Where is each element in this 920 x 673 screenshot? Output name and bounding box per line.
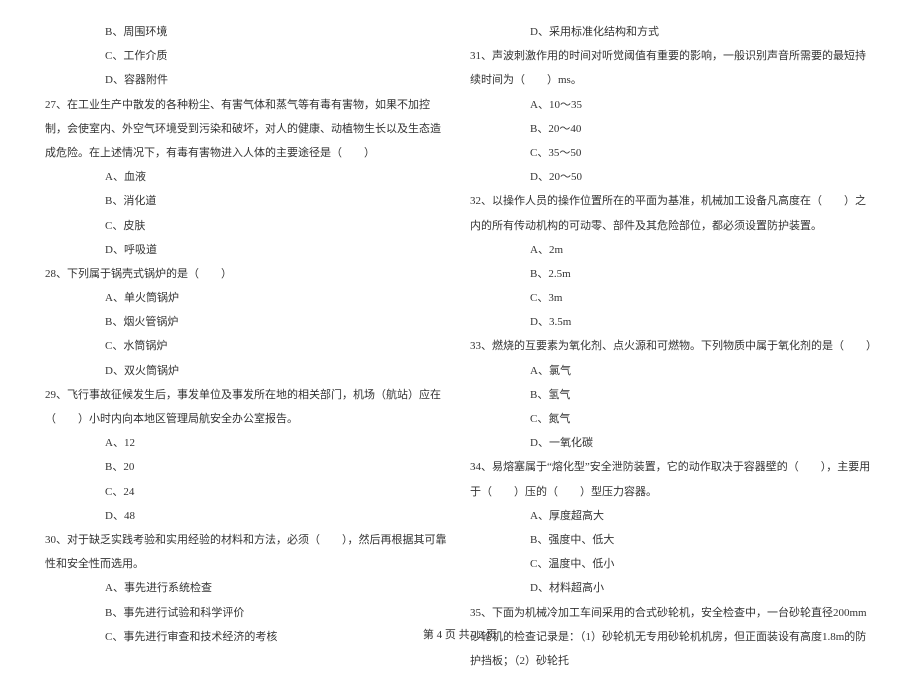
option: B、20～40	[470, 117, 875, 141]
question-28: 28、下列属于锅壳式锅炉的是（ ）	[45, 262, 450, 286]
question-32: 32、以操作人员的操作位置所在的平面为基准，机械加工设备凡高度在（ ）之内的所有…	[470, 189, 875, 237]
page-footer: 第 4 页 共 12 页	[0, 626, 920, 642]
option: B、烟火管锅炉	[45, 310, 450, 334]
question-34: 34、易熔塞属于“熔化型”安全泄防装置，它的动作取决于容器壁的（ ），主要用于（…	[470, 455, 875, 503]
option: C、35～50	[470, 141, 875, 165]
option: D、采用标准化结构和方式	[470, 20, 875, 44]
option: C、皮肤	[45, 214, 450, 238]
option: A、事先进行系统检查	[45, 576, 450, 600]
question-29: 29、飞行事故征候发生后，事发单位及事发所在地的相关部门，机场（航站）应在（ ）…	[45, 383, 450, 431]
option: B、氢气	[470, 383, 875, 407]
option: C、3m	[470, 286, 875, 310]
question-31: 31、声波刺激作用的时间对听觉阈值有重要的影响，一般识别声音所需要的最短持续时间…	[470, 44, 875, 92]
option: C、氮气	[470, 407, 875, 431]
page-content: B、周围环境 C、工作介质 D、容器附件 27、在工业生产中散发的各种粉尘、有害…	[0, 0, 920, 620]
option: A、氯气	[470, 359, 875, 383]
option: C、水筒锅炉	[45, 334, 450, 358]
question-30: 30、对于缺乏实践考验和实用经验的材料和方法，必须（ ），然后再根据其可靠性和安…	[45, 528, 450, 576]
option: D、呼吸道	[45, 238, 450, 262]
option: B、消化道	[45, 189, 450, 213]
option: A、12	[45, 431, 450, 455]
right-column: D、采用标准化结构和方式 31、声波刺激作用的时间对听觉阈值有重要的影响，一般识…	[460, 20, 885, 590]
option: B、20	[45, 455, 450, 479]
option: B、2.5m	[470, 262, 875, 286]
option: A、2m	[470, 238, 875, 262]
question-33: 33、燃烧的互要素为氧化剂、点火源和可燃物。下列物质中属于氧化剂的是（ ）	[470, 334, 875, 358]
option: D、双火筒锅炉	[45, 359, 450, 383]
question-27: 27、在工业生产中散发的各种粉尘、有害气体和蒸气等有毒有害物，如果不加控制，会使…	[45, 93, 450, 166]
left-column: B、周围环境 C、工作介质 D、容器附件 27、在工业生产中散发的各种粉尘、有害…	[35, 20, 460, 590]
option: C、工作介质	[45, 44, 450, 68]
option: B、周围环境	[45, 20, 450, 44]
option: D、48	[45, 504, 450, 528]
option: A、10～35	[470, 93, 875, 117]
option: A、厚度超高大	[470, 504, 875, 528]
option: D、3.5m	[470, 310, 875, 334]
option: A、单火筒锅炉	[45, 286, 450, 310]
option: B、事先进行试验和科学评价	[45, 601, 450, 625]
option: C、24	[45, 480, 450, 504]
option: C、温度中、低小	[470, 552, 875, 576]
option: A、血液	[45, 165, 450, 189]
option: D、容器附件	[45, 68, 450, 92]
option: D、20～50	[470, 165, 875, 189]
option: D、一氧化碳	[470, 431, 875, 455]
option: B、强度中、低大	[470, 528, 875, 552]
option: D、材料超高小	[470, 576, 875, 600]
